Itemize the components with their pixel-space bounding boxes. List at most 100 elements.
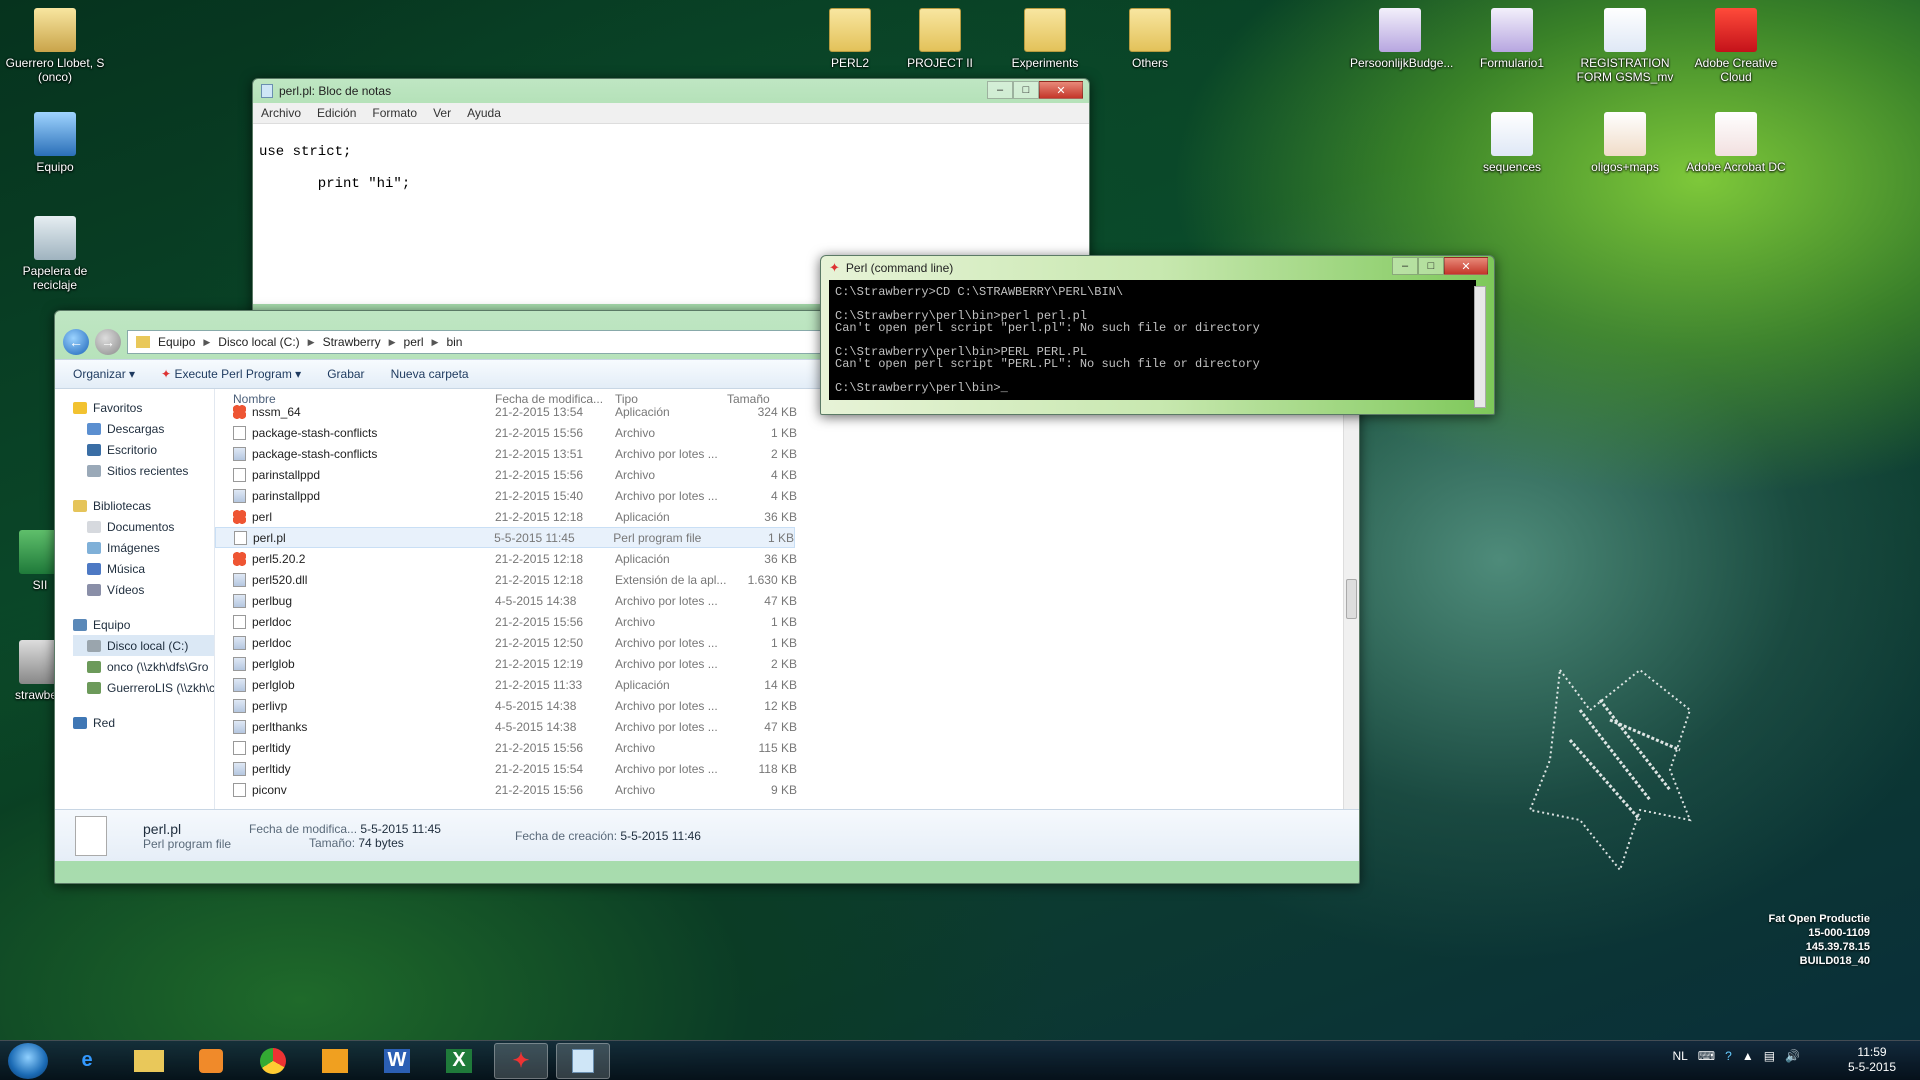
desktop-item-adobe-creative-cloud[interactable]: Adobe Creative Cloud bbox=[1686, 8, 1786, 84]
file-row[interactable]: package-stash-conflicts 21-2-2015 13:51 Ar… bbox=[215, 443, 1359, 464]
file-row[interactable]: perl 21-2-2015 12:18 Aplicación 36 KB bbox=[215, 506, 1359, 527]
notepad-titlebar[interactable]: perl.pl: Bloc de notas bbox=[253, 79, 1089, 103]
menu-edicion[interactable]: Edición bbox=[317, 106, 356, 120]
nav-recent[interactable]: Sitios recientes bbox=[73, 460, 214, 481]
file-row[interactable]: perldoc 21-2-2015 12:50 Archivo por lotes … bbox=[215, 632, 1359, 653]
excel-icon[interactable]: X bbox=[432, 1043, 486, 1079]
file-row[interactable]: perlthanks 4-5-2015 14:38 Archivo por lote… bbox=[215, 716, 1359, 737]
file-date: 21-2-2015 15:56 bbox=[495, 425, 584, 440]
desktop-item-project-ii[interactable]: PROJECT II bbox=[890, 8, 990, 70]
file-explorer-icon[interactable] bbox=[122, 1043, 176, 1079]
volume-icon[interactable]: 🔊 bbox=[1785, 1049, 1800, 1063]
minimize-button[interactable]: – bbox=[987, 81, 1013, 99]
cmd-console[interactable]: C:\Strawberry>CD C:\STRAWBERRY\PERL\BIN\… bbox=[829, 280, 1476, 400]
file-row[interactable]: perlivp 4-5-2015 14:38 Archivo por lotes .… bbox=[215, 695, 1359, 716]
breadcrumb-equipo[interactable]: Equipo bbox=[158, 335, 195, 349]
nav-favorites[interactable]: Favoritos bbox=[73, 397, 214, 418]
breadcrumb-disk[interactable]: Disco local (C:) bbox=[218, 335, 299, 349]
nav-network[interactable]: Red bbox=[73, 712, 214, 733]
file-row[interactable]: perldoc 21-2-2015 15:56 Archivo 1 KB bbox=[215, 611, 1359, 632]
word-icon[interactable]: W bbox=[370, 1043, 424, 1079]
file-icon bbox=[233, 782, 246, 797]
desktop-item-others[interactable]: Others bbox=[1100, 8, 1200, 70]
nav-music[interactable]: Música bbox=[73, 558, 214, 579]
desktop-item-sequences[interactable]: sequences bbox=[1462, 112, 1562, 174]
nav-downloads[interactable]: Descargas bbox=[73, 418, 214, 439]
nav-guerrero-share[interactable]: GuerreroLIS (\\zkh\c bbox=[73, 677, 214, 698]
file-row[interactable]: piconv 21-2-2015 15:56 Archivo 9 KB bbox=[215, 779, 1359, 800]
word-icon bbox=[1491, 112, 1533, 156]
scroll-thumb[interactable] bbox=[1346, 579, 1357, 619]
desktop-item-experiments[interactable]: Experiments bbox=[995, 8, 1095, 70]
menu-archivo[interactable]: Archivo bbox=[261, 106, 301, 120]
file-row[interactable]: perl5.20.2 21-2-2015 12:18 Aplicación 36 KB bbox=[215, 548, 1359, 569]
breadcrumb-perl[interactable]: perl bbox=[404, 335, 424, 349]
details-created: 5-5-2015 11:46 bbox=[620, 828, 701, 843]
file-row[interactable]: parinstallppd 21-2-2015 15:40 Archivo por … bbox=[215, 485, 1359, 506]
media-player-icon[interactable] bbox=[184, 1043, 238, 1079]
minimize-button[interactable]: – bbox=[1392, 257, 1418, 275]
clock[interactable]: 11:59 5-5-2015 bbox=[1848, 1045, 1896, 1075]
menu-formato[interactable]: Formato bbox=[372, 106, 417, 120]
file-row[interactable]: package-stash-conflicts 21-2-2015 15:56 Ar… bbox=[215, 422, 1359, 443]
maximize-button[interactable]: □ bbox=[1013, 81, 1039, 99]
cmd-window[interactable]: ✦ Perl (command line) – □ ✕ C:\Strawberr… bbox=[820, 255, 1495, 415]
nav-videos[interactable]: Vídeos bbox=[73, 579, 214, 600]
new-folder-button[interactable]: Nueva carpeta bbox=[391, 367, 469, 381]
details-type: Perl program file bbox=[143, 836, 232, 851]
network-icon[interactable]: ▤ bbox=[1764, 1049, 1775, 1063]
menu-ver[interactable]: Ver bbox=[433, 106, 451, 120]
nav-libraries[interactable]: Bibliotecas bbox=[73, 495, 214, 516]
keyboard-icon[interactable]: ⌨ bbox=[1698, 1049, 1715, 1063]
execute-perl-button[interactable]: ✦ Execute Perl Program ▾ bbox=[161, 367, 301, 381]
nav-desktop[interactable]: Escritorio bbox=[73, 439, 214, 460]
help-icon[interactable]: ? bbox=[1725, 1049, 1732, 1063]
start-button[interactable] bbox=[8, 1042, 48, 1079]
nav-images[interactable]: Imágenes bbox=[73, 537, 214, 558]
forward-button[interactable]: → bbox=[95, 329, 121, 355]
desktop-item-perl2[interactable]: PERL2 bbox=[800, 8, 900, 70]
file-row[interactable]: perlglob 21-2-2015 11:33 Aplicación 14 KB bbox=[215, 674, 1359, 695]
desktop-item-papelera-de-reciclaje[interactable]: Papelera de reciclaje bbox=[5, 216, 105, 292]
notepad-icon[interactable] bbox=[556, 1042, 610, 1079]
vertical-scrollbar[interactable] bbox=[1343, 389, 1359, 809]
file-date: 21-2-2015 12:18 bbox=[495, 572, 584, 587]
outlook-icon[interactable] bbox=[308, 1043, 362, 1079]
internet-explorer-icon[interactable]: e bbox=[60, 1043, 114, 1079]
close-button[interactable]: ✕ bbox=[1039, 81, 1083, 99]
cmd-scrollbar[interactable] bbox=[1474, 286, 1486, 408]
chevron-up-icon[interactable]: ▲ bbox=[1742, 1049, 1754, 1063]
breadcrumb-strawberry[interactable]: Strawberry bbox=[323, 335, 381, 349]
back-button[interactable]: ← bbox=[63, 329, 89, 355]
file-type: Archivo por lotes ... bbox=[615, 719, 718, 734]
nav-documents[interactable]: Documentos bbox=[73, 516, 214, 537]
nav-onco-share[interactable]: onco (\\zkh\dfs\Gro bbox=[73, 656, 214, 677]
nav-computer[interactable]: Equipo bbox=[73, 614, 214, 635]
desktop-item-persoonlijkbudge[interactable]: PersoonlijkBudge... bbox=[1350, 8, 1453, 70]
details-size: 74 bytes bbox=[358, 835, 404, 850]
file-row[interactable]: perlglob 21-2-2015 12:19 Archivo por lotes… bbox=[215, 653, 1359, 674]
file-name: perlivp bbox=[252, 698, 288, 713]
menu-ayuda[interactable]: Ayuda bbox=[467, 106, 501, 120]
file-row[interactable]: perlbug 4-5-2015 14:38 Archivo por lotes .… bbox=[215, 590, 1359, 611]
file-row[interactable]: perl520.dll 21-2-2015 12:18 Extensión de l… bbox=[215, 569, 1359, 590]
nav-local-disk[interactable]: Disco local (C:) bbox=[73, 635, 214, 656]
organize-button[interactable]: Organizar ▾ bbox=[73, 367, 135, 381]
desktop-item-guerrero-llobet-s-onco[interactable]: Guerrero Llobet, S (onco) bbox=[5, 8, 105, 84]
file-row[interactable]: parinstallppd 21-2-2015 15:56 Archivo 4 KB bbox=[215, 464, 1359, 485]
breadcrumb-bin[interactable]: bin bbox=[446, 335, 462, 349]
desktop-item-equipo[interactable]: Equipo bbox=[5, 112, 105, 174]
file-row[interactable]: perltidy 21-2-2015 15:54 Archivo por lotes… bbox=[215, 758, 1359, 779]
burn-button[interactable]: Grabar bbox=[327, 367, 364, 381]
desktop-item-adobe-acrobat-dc[interactable]: Adobe Acrobat DC bbox=[1686, 112, 1786, 174]
desktop-item-registration-form-gsms-mv[interactable]: REGISTRATION FORM GSMS_mv bbox=[1575, 8, 1675, 84]
maximize-button[interactable]: □ bbox=[1418, 257, 1444, 275]
desktop-item-formulario1[interactable]: Formulario1 bbox=[1462, 8, 1562, 70]
close-button[interactable]: ✕ bbox=[1444, 257, 1488, 275]
perl-icon[interactable]: ✦ bbox=[494, 1042, 548, 1079]
chrome-icon[interactable] bbox=[246, 1043, 300, 1079]
desktop-item-oligos-maps[interactable]: oligos+maps bbox=[1575, 112, 1675, 174]
file-row[interactable]: perl.pl 5-5-2015 11:45 Perl program file 1 … bbox=[215, 527, 795, 548]
language-indicator[interactable]: NL bbox=[1672, 1049, 1687, 1063]
file-row[interactable]: perltidy 21-2-2015 15:56 Archivo 115 KB bbox=[215, 737, 1359, 758]
